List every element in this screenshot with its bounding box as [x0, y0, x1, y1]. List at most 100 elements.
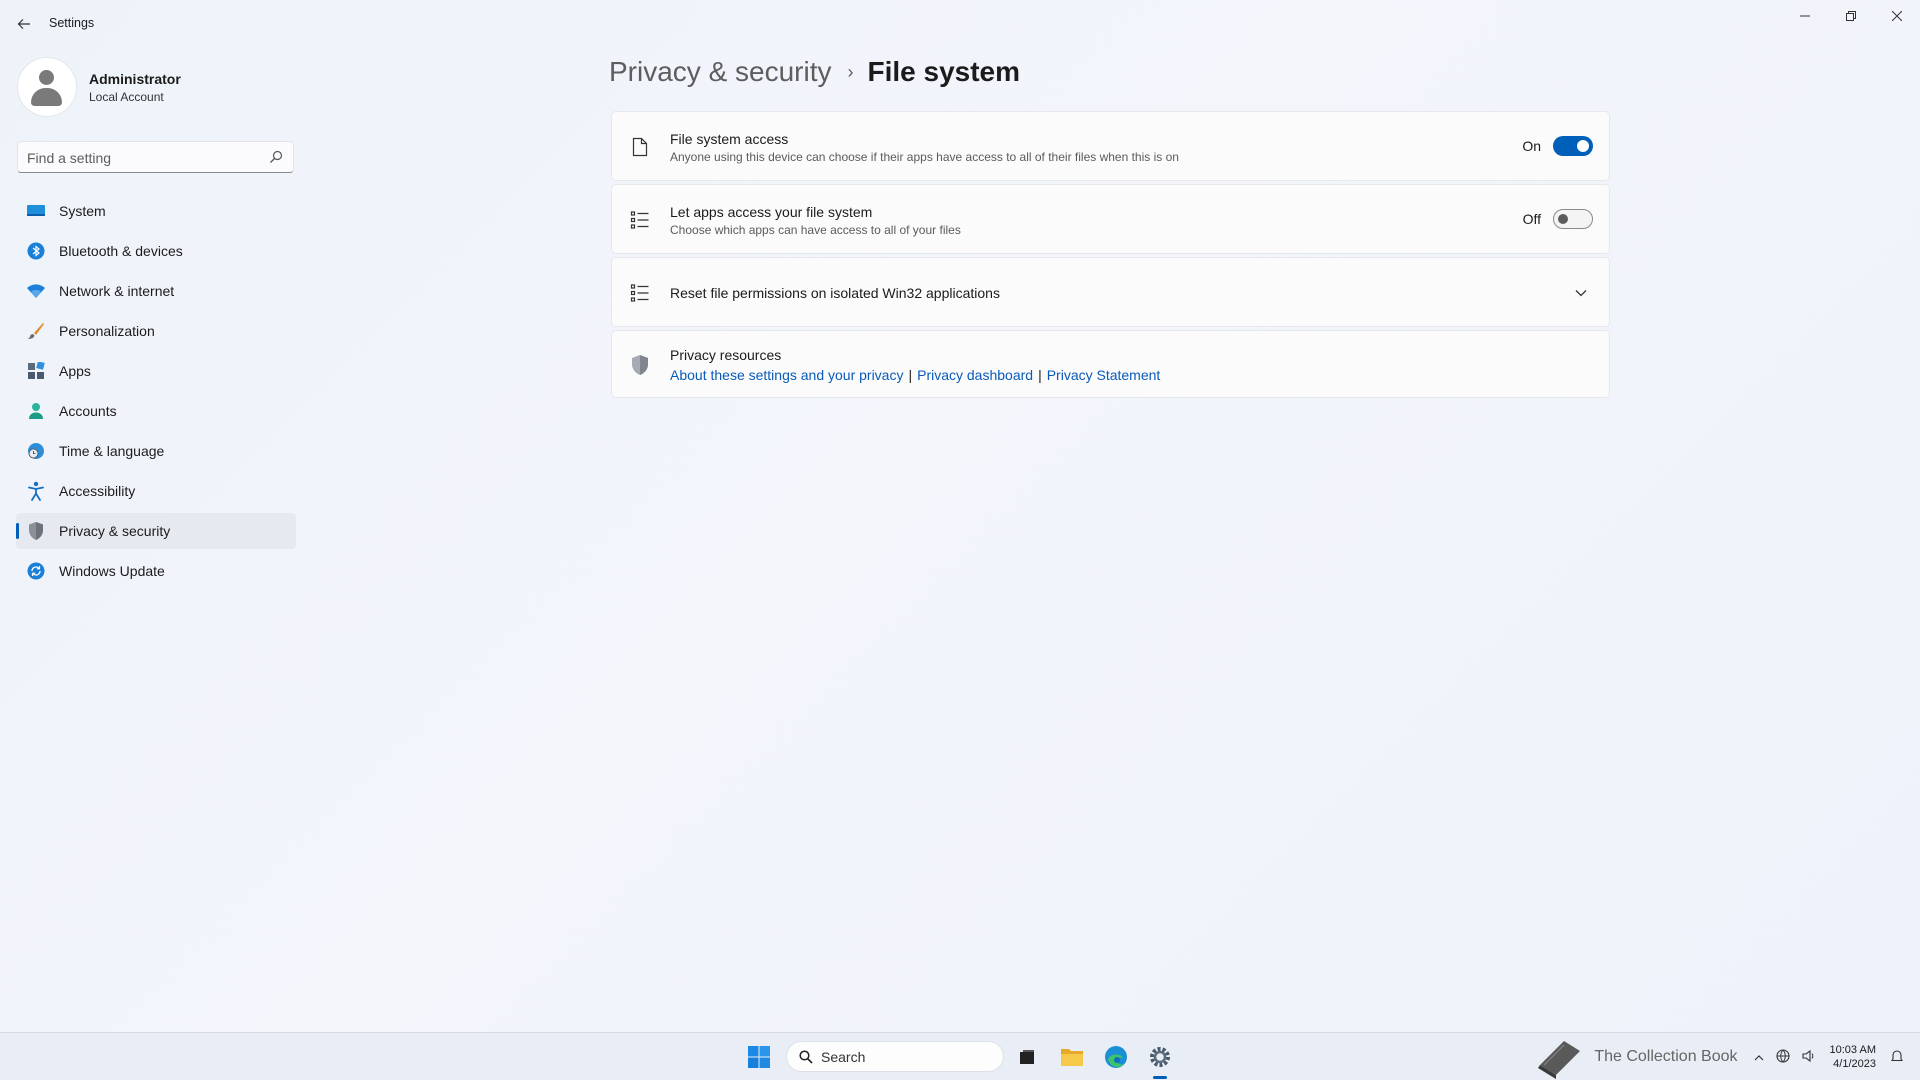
- update-icon: [26, 561, 46, 581]
- search-icon[interactable]: [269, 150, 283, 164]
- reset-file-permissions-card[interactable]: Reset file permissions on isolated Win32…: [611, 257, 1610, 327]
- sidebar-item-label: Accessibility: [59, 483, 136, 499]
- list-icon: [629, 282, 651, 304]
- link-separator: |: [1038, 367, 1042, 383]
- card-description: Choose which apps can have access to all…: [670, 223, 961, 237]
- avatar: [17, 57, 77, 117]
- restore-button[interactable]: [1828, 0, 1874, 32]
- system-icon: [26, 201, 46, 221]
- back-arrow-icon: [17, 19, 30, 29]
- edge-browser-icon[interactable]: [1102, 1043, 1130, 1071]
- toggle-state-label: On: [1522, 138, 1541, 154]
- privacy-links: About these settings and your privacy | …: [670, 367, 1160, 383]
- sidebar-item-network[interactable]: Network & internet: [16, 273, 296, 309]
- search-icon: [799, 1049, 813, 1064]
- sidebar-item-bluetooth[interactable]: Bluetooth & devices: [16, 233, 296, 269]
- sidebar-item-label: Time & language: [59, 443, 165, 459]
- privacy-statement-link[interactable]: Privacy Statement: [1047, 367, 1161, 383]
- system-tray: The Collection Book 10:03 AM 4/1/2023: [1534, 1033, 1910, 1080]
- card-title: File system access: [670, 131, 789, 147]
- volume-icon[interactable]: [1801, 1049, 1816, 1066]
- sidebar-item-label: Privacy & security: [59, 523, 171, 539]
- chevron-down-icon[interactable]: [1573, 285, 1589, 301]
- network-icon[interactable]: [1775, 1048, 1790, 1066]
- sidebar-item-privacy-security[interactable]: Privacy & security: [16, 513, 296, 549]
- back-button[interactable]: [10, 12, 38, 36]
- shield-icon: [629, 354, 651, 376]
- close-icon: [1892, 11, 1902, 21]
- apps-icon: [26, 361, 46, 381]
- window-controls: [1782, 0, 1920, 32]
- sidebar-item-label: Personalization: [59, 323, 155, 339]
- file-system-access-toggle-group: On: [1522, 136, 1593, 156]
- privacy-resources-card: Privacy resources About these settings a…: [611, 330, 1610, 398]
- sidebar-item-system[interactable]: System: [16, 193, 296, 229]
- let-apps-access-toggle-group: Off: [1523, 209, 1593, 229]
- taskbar-search-label: Search: [821, 1048, 866, 1065]
- link-separator: |: [908, 367, 913, 383]
- active-app-indicator: [1153, 1076, 1167, 1079]
- windows-start-icon[interactable]: [747, 1045, 771, 1069]
- sidebar-item-accessibility[interactable]: Accessibility: [16, 473, 296, 509]
- restore-icon: [1846, 11, 1856, 21]
- wifi-icon: [26, 281, 46, 301]
- person-icon: [26, 401, 46, 421]
- card-title: Privacy resources: [670, 347, 782, 363]
- notification-icon[interactable]: [1890, 1049, 1904, 1066]
- card-description: Anyone using this device can choose if t…: [670, 150, 1179, 164]
- profile-account-type: Local Account: [89, 89, 164, 104]
- sidebar-item-apps[interactable]: Apps: [16, 353, 296, 389]
- breadcrumb: Privacy & security › File system: [609, 56, 1020, 88]
- about-privacy-link[interactable]: About these settings and your privacy: [670, 367, 903, 383]
- taskbar-clock[interactable]: 10:03 AM 4/1/2023: [1830, 1043, 1876, 1071]
- title-bar: Settings: [0, 0, 1920, 48]
- let-apps-access-card: Let apps access your file system Choose …: [611, 184, 1610, 254]
- sidebar-item-time-language[interactable]: Time & language: [16, 433, 296, 469]
- search-input[interactable]: [18, 142, 259, 174]
- taskbar-search[interactable]: Search: [786, 1041, 1004, 1072]
- sidebar-item-label: Bluetooth & devices: [59, 243, 183, 259]
- minimize-button[interactable]: [1782, 0, 1828, 32]
- sidebar-item-accounts[interactable]: Accounts: [16, 393, 296, 429]
- shield-icon: [26, 521, 46, 541]
- app-title: Settings: [49, 16, 95, 30]
- file-system-access-toggle[interactable]: [1553, 136, 1593, 156]
- sidebar-item-windows-update[interactable]: Windows Update: [16, 553, 296, 589]
- sidebar-item-personalization[interactable]: Personalization: [16, 313, 296, 349]
- privacy-dashboard-link[interactable]: Privacy dashboard: [917, 367, 1033, 383]
- tray-overlay-text: The Collection Book: [1594, 1048, 1738, 1065]
- card-title: Reset file permissions on isolated Win32…: [670, 285, 1000, 301]
- sidebar-item-label: Windows Update: [59, 563, 165, 579]
- globe-clock-icon: [26, 441, 46, 461]
- sidebar-item-label: System: [59, 203, 106, 219]
- breadcrumb-separator: ›: [847, 61, 854, 82]
- minimize-icon: [1800, 15, 1810, 17]
- book-icon: [1538, 1041, 1581, 1079]
- let-apps-access-toggle[interactable]: [1553, 209, 1593, 229]
- brush-icon: [26, 321, 46, 341]
- clock-time: 10:03 AM: [1829, 1044, 1876, 1056]
- task-view-icon[interactable]: [1013, 1043, 1041, 1071]
- sidebar-item-label: Accounts: [59, 403, 117, 419]
- taskbar: Search The Collection Book 10:03 AM 4/1/…: [0, 1032, 1920, 1080]
- sidebar-item-label: Network & internet: [59, 283, 175, 299]
- sidebar-item-label: Apps: [59, 363, 91, 379]
- file-system-access-card: File system access Anyone using this dev…: [611, 111, 1610, 181]
- sidebar-nav: System Bluetooth & devices Network & int…: [16, 193, 296, 593]
- chevron-up-icon[interactable]: [1754, 1050, 1764, 1065]
- settings-gear-icon[interactable]: [1146, 1043, 1174, 1071]
- close-button[interactable]: [1874, 0, 1920, 32]
- user-profile[interactable]: Administrator Local Account: [17, 57, 181, 117]
- toggle-state-label: Off: [1522, 211, 1541, 227]
- clock-date: 4/1/2023: [1833, 1058, 1876, 1070]
- settings-search: [17, 141, 294, 174]
- profile-name: Administrator: [89, 70, 181, 87]
- page-title: File system: [867, 56, 1021, 87]
- breadcrumb-parent-link[interactable]: Privacy & security: [609, 56, 832, 88]
- accessibility-icon: [26, 481, 46, 501]
- file-explorer-icon[interactable]: [1058, 1043, 1086, 1071]
- document-icon: [629, 136, 651, 158]
- list-icon: [629, 209, 651, 231]
- bluetooth-icon: [26, 241, 46, 261]
- card-title: Let apps access your file system: [670, 204, 873, 220]
